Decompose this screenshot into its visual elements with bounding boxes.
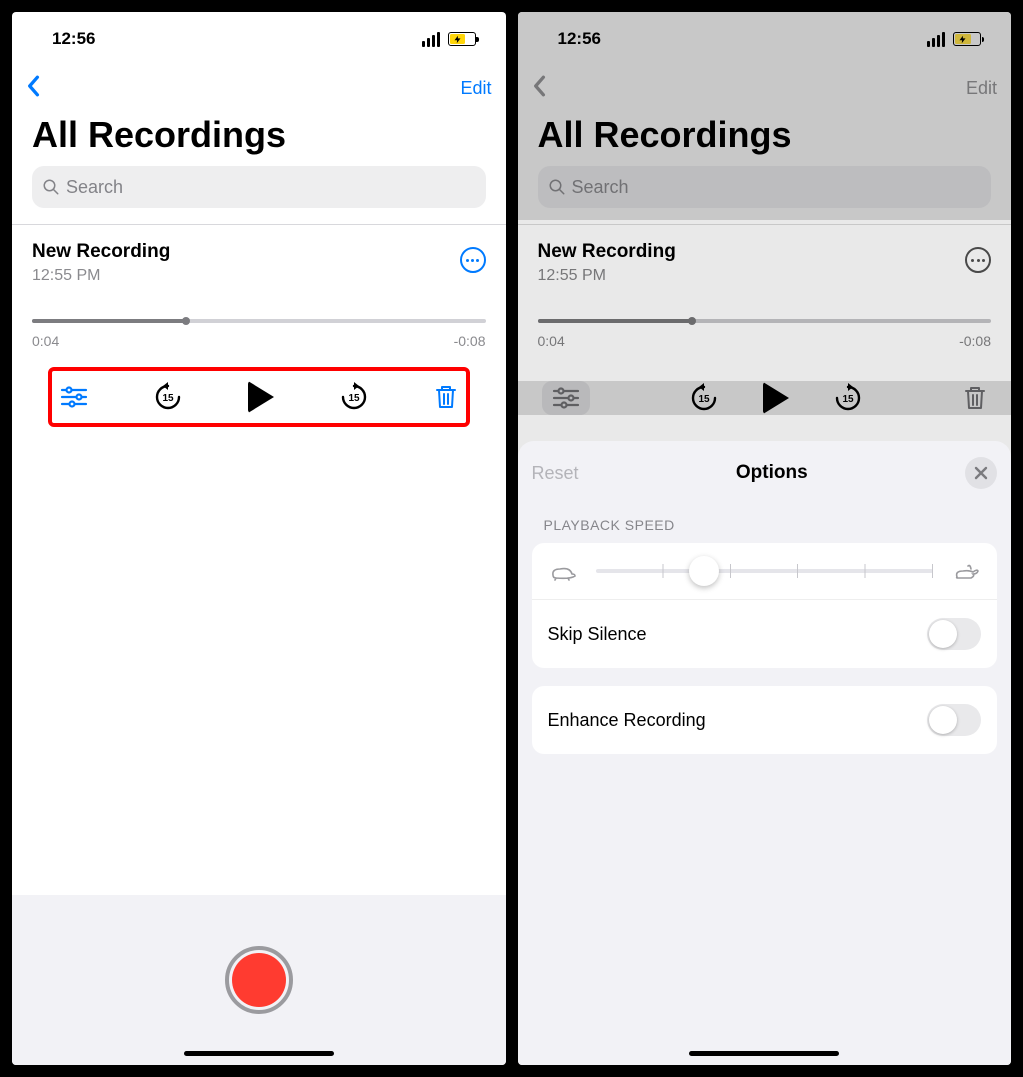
skip-silence-label: Skip Silence — [548, 624, 647, 645]
search-input[interactable]: Search — [538, 166, 992, 208]
search-placeholder: Search — [572, 177, 629, 198]
skip-back-15-button[interactable]: 15 — [153, 382, 183, 412]
page-title: All Recordings — [32, 114, 486, 156]
status-time: 12:56 — [558, 29, 601, 49]
search-placeholder: Search — [66, 177, 123, 198]
skip-silence-row: Skip Silence — [532, 600, 998, 668]
status-bar: 12:56 — [12, 12, 506, 66]
playback-controls: 15 15 — [518, 381, 1012, 415]
scrubber-fill — [32, 319, 186, 323]
svg-text:15: 15 — [699, 394, 711, 405]
playback-speed-card: Skip Silence — [532, 543, 998, 668]
remaining-time: -0:08 — [959, 333, 991, 349]
skip-back-15-button[interactable]: 15 — [689, 383, 719, 413]
search-wrap: Search — [12, 166, 506, 220]
elapsed-time: 0:04 — [538, 333, 565, 349]
playback-speed-slider[interactable] — [532, 543, 998, 599]
svg-text:15: 15 — [843, 394, 855, 405]
scrubber-fill — [538, 319, 692, 323]
play-icon — [763, 382, 789, 414]
edit-button[interactable]: Edit — [966, 78, 997, 99]
nav-bar: Edit — [12, 66, 506, 110]
scrubber-knob[interactable] — [688, 317, 696, 325]
record-button[interactable] — [225, 946, 293, 1014]
svg-text:15: 15 — [348, 393, 360, 404]
delete-button[interactable] — [963, 385, 987, 411]
play-button[interactable] — [763, 382, 789, 414]
play-button[interactable] — [248, 381, 274, 413]
time-labels: 0:04 -0:08 — [32, 333, 486, 349]
scrubber-knob[interactable] — [182, 317, 190, 325]
reset-button[interactable]: Reset — [532, 463, 579, 484]
rabbit-icon — [951, 561, 981, 581]
skip-silence-toggle[interactable] — [927, 618, 981, 650]
time-labels: 0:04 -0:08 — [538, 333, 992, 349]
enhance-recording-label: Enhance Recording — [548, 710, 706, 731]
options-sheet: Reset Options PLAYBACK SPEED Skip Silenc… — [518, 441, 1012, 1065]
enhance-recording-row: Enhance Recording — [532, 686, 998, 754]
remaining-time: -0:08 — [454, 333, 486, 349]
home-indicator[interactable] — [184, 1051, 334, 1056]
playback-options-button[interactable] — [542, 381, 590, 415]
page-title: All Recordings — [538, 114, 992, 156]
playback-options-button[interactable] — [60, 386, 88, 408]
record-icon — [232, 953, 286, 1007]
playback-scrubber[interactable] — [538, 319, 992, 323]
search-wrap: Search — [518, 166, 1012, 220]
back-button[interactable] — [532, 75, 550, 102]
recording-subtitle: 12:55 PM — [538, 267, 676, 285]
recording-title: New Recording — [32, 241, 170, 263]
turtle-icon — [548, 561, 578, 581]
playback-scrubber[interactable] — [32, 319, 486, 323]
search-icon — [548, 178, 566, 196]
play-icon — [248, 381, 274, 413]
recording-title: New Recording — [538, 241, 676, 263]
sheet-title: Options — [736, 462, 808, 484]
footer — [12, 895, 506, 1065]
close-icon — [974, 466, 988, 480]
edit-button[interactable]: Edit — [460, 78, 491, 99]
status-bar: 12:56 — [518, 12, 1012, 66]
status-right — [927, 32, 981, 47]
status-right — [422, 32, 476, 47]
enhance-recording-toggle[interactable] — [927, 704, 981, 736]
more-options-button[interactable] — [965, 247, 991, 273]
skip-forward-15-button[interactable]: 15 — [339, 382, 369, 412]
title-row: All Recordings — [12, 110, 506, 166]
battery-icon — [953, 32, 981, 46]
delete-button[interactable] — [434, 384, 458, 410]
controls-highlight: 15 15 — [48, 367, 470, 427]
recording-item[interactable]: New Recording 12:55 PM 0:04 -0:08 — [518, 225, 1012, 359]
title-row: All Recordings — [518, 110, 1012, 166]
back-button[interactable] — [26, 75, 44, 102]
elapsed-time: 0:04 — [32, 333, 59, 349]
playback-speed-label: PLAYBACK SPEED — [544, 517, 986, 533]
search-icon — [42, 178, 60, 196]
more-options-button[interactable] — [460, 247, 486, 273]
cellular-signal-icon — [422, 32, 440, 47]
phone-right: 12:56 Edit All Recordings Search New Rec… — [518, 12, 1012, 1065]
battery-icon — [448, 32, 476, 46]
nav-bar: Edit — [518, 66, 1012, 110]
search-input[interactable]: Search — [32, 166, 486, 208]
home-indicator[interactable] — [689, 1051, 839, 1056]
sheet-header: Reset Options — [532, 457, 998, 489]
enhance-card: Enhance Recording — [532, 686, 998, 754]
skip-forward-15-button[interactable]: 15 — [833, 383, 863, 413]
speed-knob[interactable] — [689, 556, 719, 586]
phone-left: 12:56 Edit All Recordings Search New Rec… — [12, 12, 506, 1065]
recording-subtitle: 12:55 PM — [32, 267, 170, 285]
cellular-signal-icon — [927, 32, 945, 47]
svg-text:15: 15 — [162, 393, 174, 404]
close-button[interactable] — [965, 457, 997, 489]
recording-item[interactable]: New Recording 12:55 PM 0:04 -0:08 15 — [12, 225, 506, 437]
speed-track — [596, 569, 934, 573]
status-time: 12:56 — [52, 29, 95, 49]
